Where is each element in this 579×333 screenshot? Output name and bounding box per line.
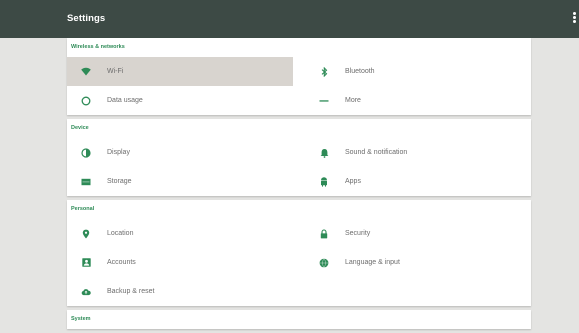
section-title: System [71, 316, 91, 322]
settings-item-backup-reset[interactable]: Backup & reset [67, 277, 293, 306]
storage-icon [81, 177, 91, 187]
section-title: Device [71, 125, 89, 131]
settings-item-label: Language & input [345, 259, 400, 266]
settings-item-sound-notification[interactable]: Sound & notification [305, 138, 531, 167]
location-pin-icon [81, 229, 91, 239]
display-icon [81, 147, 91, 158]
settings-item-display[interactable]: Display [67, 138, 293, 167]
settings-item-accounts[interactable]: Accounts [67, 248, 293, 277]
app-bar: Settings [0, 0, 579, 38]
data-usage-icon [81, 96, 91, 106]
settings-item-more[interactable]: More [305, 86, 531, 115]
settings-item-data-usage[interactable]: Data usage [67, 86, 293, 115]
cloud-icon [81, 287, 91, 297]
settings-item-label: Accounts [107, 259, 136, 266]
settings-item-label: Display [107, 149, 130, 156]
settings-item-language-input[interactable]: Language & input [305, 248, 531, 277]
settings-item-label: Location [107, 230, 134, 237]
settings-item-apps[interactable]: Apps [305, 167, 531, 196]
settings-item-label: Wi-Fi [107, 68, 124, 75]
settings-item-bluetooth[interactable]: Bluetooth [305, 57, 531, 86]
settings-item-security[interactable]: Security [305, 219, 531, 248]
settings-item-storage[interactable]: Storage [67, 167, 293, 196]
section-title: Personal [71, 206, 95, 212]
settings-item-label: Bluetooth [345, 68, 375, 75]
overflow-menu-icon[interactable] [572, 12, 577, 23]
lock-icon [319, 228, 329, 239]
section-device: Device Display Sound & notification Stor… [67, 119, 531, 196]
globe-icon [319, 257, 329, 268]
bell-icon [319, 148, 329, 158]
settings-item-label: Sound & notification [345, 149, 408, 156]
settings-item-label: Apps [345, 178, 361, 185]
more-icon [319, 96, 329, 106]
settings-list: Wireless & networks Wi-Fi Bluetooth Data… [67, 38, 531, 333]
settings-item-wifi[interactable]: Wi-Fi [67, 57, 293, 86]
settings-item-location[interactable]: Location [67, 219, 293, 248]
android-icon [319, 176, 329, 187]
section-title: Wireless & networks [71, 44, 125, 50]
section-system: System [67, 310, 531, 329]
account-icon [81, 258, 91, 268]
section-personal: Personal Location Security Accounts Lang… [67, 200, 531, 306]
section-wireless-networks: Wireless & networks Wi-Fi Bluetooth Data… [67, 38, 531, 115]
bluetooth-icon [319, 66, 329, 77]
settings-item-label: Storage [107, 178, 132, 185]
app-title: Settings [67, 13, 106, 24]
settings-item-label: Security [345, 230, 371, 237]
settings-item-label: Backup & reset [107, 288, 155, 295]
settings-item-label: More [345, 97, 361, 104]
settings-item-label: Data usage [107, 97, 143, 104]
wifi-icon [81, 67, 91, 77]
